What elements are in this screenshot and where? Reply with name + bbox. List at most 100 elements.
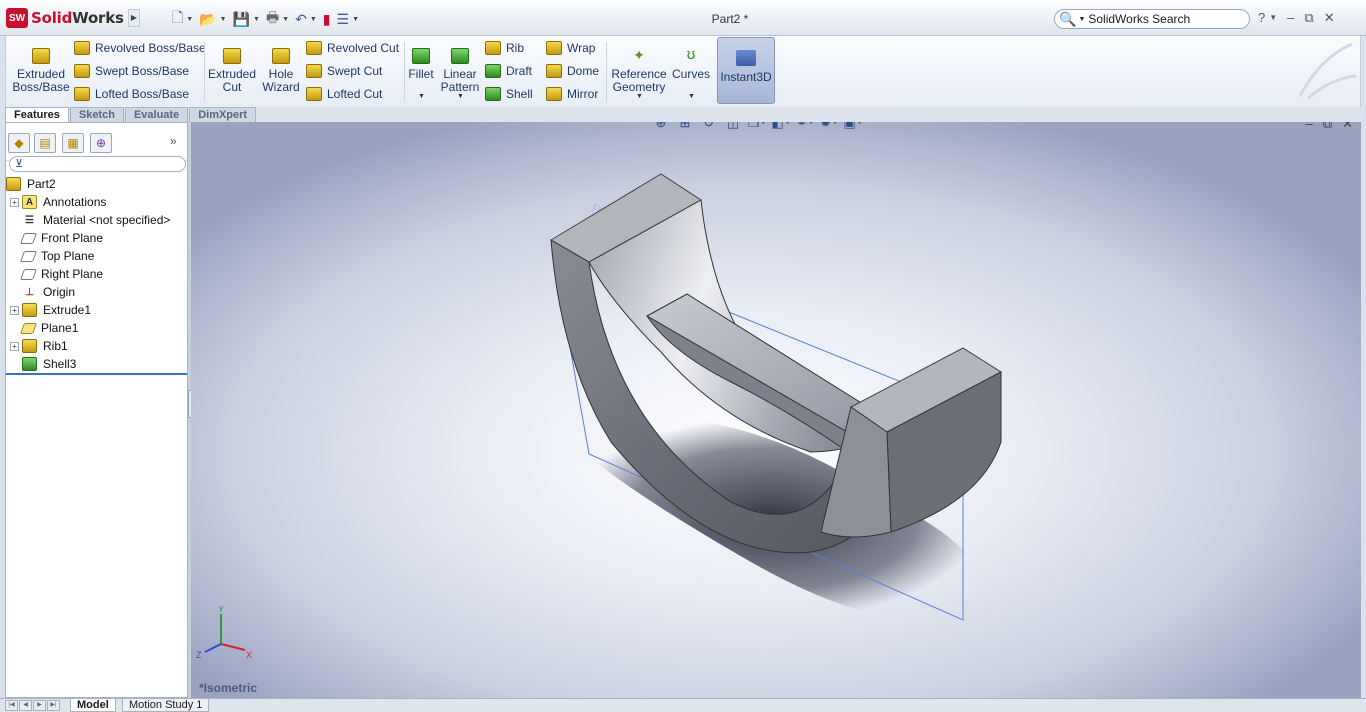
view-orientation-button[interactable]: ❒ ▼ bbox=[747, 122, 767, 132]
curves-button[interactable]: ʊ Curves bbox=[670, 47, 712, 81]
chevron-down-icon[interactable]: ▼ bbox=[253, 16, 260, 23]
tree-item-origin[interactable]: ⊥ Origin bbox=[6, 283, 187, 301]
zoom-to-area-button[interactable]: ⊞ bbox=[675, 122, 695, 132]
chevron-down-icon[interactable]: ▼ bbox=[857, 122, 863, 126]
tree-item-right-plane[interactable]: Right Plane bbox=[6, 265, 187, 283]
display-style-button[interactable]: ◧ ▼ bbox=[771, 122, 791, 132]
last-tab-icon[interactable]: ▶| bbox=[47, 700, 60, 711]
chevron-down-icon[interactable]: ▼ bbox=[760, 122, 766, 126]
ribbon-separator bbox=[606, 42, 607, 102]
hole-wizard-icon bbox=[272, 48, 290, 64]
expand-icon[interactable]: + bbox=[10, 305, 19, 315]
help-dropdown-icon[interactable]: ▼ bbox=[1269, 10, 1277, 26]
expand-icon[interactable]: + bbox=[10, 197, 19, 207]
hole-wizard-button[interactable]: Hole Wizard bbox=[260, 48, 302, 94]
tree-item-shell3[interactable]: Shell3 bbox=[6, 355, 187, 373]
tree-item-front-plane[interactable]: Front Plane bbox=[6, 229, 187, 247]
tree-item-plane1[interactable]: Plane1 bbox=[6, 319, 187, 337]
fillet-dropdown-icon[interactable]: ▼ bbox=[418, 93, 425, 100]
chevron-down-icon[interactable]: ▼ bbox=[220, 16, 227, 23]
instant3d-label: Instant3D bbox=[720, 70, 772, 84]
revolved-cut-button[interactable]: Revolved Cut bbox=[306, 41, 399, 55]
tree-item-material[interactable]: ☰ Material <not specified> bbox=[6, 211, 187, 229]
lofted-cut-button[interactable]: Lofted Cut bbox=[306, 87, 382, 101]
fillet-button[interactable]: Fillet bbox=[406, 48, 436, 81]
search-box[interactable]: 🔍 ▼ SolidWorks Search bbox=[1054, 9, 1250, 29]
chevron-down-icon[interactable]: ▼ bbox=[186, 16, 193, 23]
tab-dimxpert[interactable]: DimXpert bbox=[189, 107, 257, 122]
new-document-button[interactable]: 🗋 ▼ bbox=[170, 8, 195, 30]
chevron-down-icon[interactable]: ▼ bbox=[785, 122, 791, 126]
restore-button[interactable]: ⧉ bbox=[1304, 10, 1313, 26]
chevron-down-icon[interactable]: ▼ bbox=[832, 122, 838, 126]
feature-tree-tab-icon[interactable]: ◆ bbox=[8, 133, 30, 153]
menu-flyout-arrow-icon[interactable]: ▶ bbox=[128, 9, 140, 27]
rollback-bar[interactable] bbox=[6, 373, 187, 375]
app-logo[interactable]: SW SolidWorks bbox=[6, 7, 124, 29]
edit-appearance-button[interactable]: ✹ ▼ bbox=[819, 122, 839, 132]
instant3d-toggle[interactable]: Instant3D bbox=[717, 37, 775, 104]
dimxpert-manager-tab-icon[interactable]: ⊕ bbox=[90, 133, 112, 153]
chevron-down-icon[interactable]: ▼ bbox=[282, 16, 289, 23]
search-input[interactable]: SolidWorks Search bbox=[1088, 12, 1190, 26]
tree-item-part2[interactable]: Part2 bbox=[6, 175, 187, 193]
extruded-boss-base-button[interactable]: Extruded Boss/Base bbox=[10, 48, 72, 94]
options-button[interactable]: ☰ ▼ bbox=[335, 8, 362, 30]
next-tab-icon[interactable]: ▶ bbox=[33, 700, 46, 711]
reference-geometry-dropdown-icon[interactable]: ▼ bbox=[636, 93, 643, 100]
linear-pattern-dropdown-icon[interactable]: ▼ bbox=[457, 93, 464, 100]
zoom-to-fit-button[interactable]: ⊕ bbox=[651, 122, 671, 132]
draft-button[interactable]: Draft bbox=[485, 64, 532, 78]
wrap-button[interactable]: Wrap bbox=[546, 41, 595, 55]
section-view-button[interactable]: ◫ bbox=[723, 122, 743, 132]
chevron-down-icon[interactable]: ▼ bbox=[808, 122, 814, 126]
help-button[interactable]: ? bbox=[1258, 10, 1265, 26]
close-button[interactable]: ✕ bbox=[1324, 10, 1335, 26]
open-button[interactable]: 📂 ▼ bbox=[197, 8, 228, 30]
tab-model[interactable]: Model bbox=[70, 699, 116, 712]
hide-show-items-button[interactable]: ⚭ ▼ bbox=[795, 122, 815, 132]
view-settings-button[interactable]: ▣ ▼ bbox=[843, 122, 863, 132]
tree-filter-input[interactable]: ⊻ bbox=[9, 156, 186, 172]
tab-motion-study-1[interactable]: Motion Study 1 bbox=[122, 699, 210, 712]
chevron-down-icon[interactable]: ▼ bbox=[352, 16, 359, 23]
viewport-close-button[interactable]: ✕ bbox=[1342, 122, 1353, 132]
first-tab-icon[interactable]: |◀ bbox=[5, 700, 18, 711]
tab-features[interactable]: Features bbox=[5, 107, 69, 122]
tree-item-annotations[interactable]: + A Annotations bbox=[6, 193, 187, 211]
dome-button[interactable]: Dome bbox=[546, 64, 599, 78]
viewport-restore-button[interactable]: ⧉ bbox=[1323, 122, 1332, 132]
reference-geometry-button[interactable]: ✦ Reference Geometry bbox=[610, 48, 668, 94]
swept-cut-button[interactable]: Swept Cut bbox=[306, 64, 382, 78]
tab-sketch[interactable]: Sketch bbox=[69, 107, 124, 122]
rib-button[interactable]: Rib bbox=[485, 41, 524, 55]
shell-button[interactable]: Shell bbox=[485, 87, 533, 101]
configuration-manager-tab-icon[interactable]: ▦ bbox=[62, 133, 84, 153]
minimize-button[interactable]: – bbox=[1287, 10, 1294, 26]
previous-view-button[interactable]: ↺ bbox=[699, 122, 719, 132]
undo-button[interactable]: ↶ ▼ bbox=[293, 8, 319, 30]
property-manager-tab-icon[interactable]: ▤ bbox=[34, 133, 56, 153]
revolved-boss-base-button[interactable]: Revolved Boss/Base bbox=[74, 41, 206, 55]
save-button[interactable]: 💾 ▼ bbox=[231, 8, 262, 30]
extruded-cut-button[interactable]: Extruded Cut bbox=[206, 48, 258, 94]
tree-item-top-plane[interactable]: Top Plane bbox=[6, 247, 187, 265]
more-tabs-icon[interactable]: » bbox=[170, 134, 177, 148]
rebuild-button[interactable]: ▮ bbox=[321, 8, 333, 30]
swept-boss-base-button[interactable]: Swept Boss/Base bbox=[74, 64, 189, 78]
expand-icon[interactable]: + bbox=[10, 341, 19, 351]
tree-item-extrude1[interactable]: + Extrude1 bbox=[6, 301, 187, 319]
chevron-down-icon[interactable]: ▼ bbox=[1078, 16, 1085, 23]
chevron-down-icon[interactable]: ▼ bbox=[310, 16, 317, 23]
prev-tab-icon[interactable]: ◀ bbox=[19, 700, 32, 711]
tree-item-rib1[interactable]: + Rib1 bbox=[6, 337, 187, 355]
graphics-area[interactable]: Plane1 ⊕ ⊞ ↺ ◫ ❒▼ ◧▼ ⚭▼ ✹▼ ▣▼ – ⧉ ✕ Y X … bbox=[191, 122, 1361, 698]
tab-evaluate[interactable]: Evaluate bbox=[124, 107, 189, 122]
print-button[interactable]: 🖶 ▼ bbox=[264, 8, 291, 30]
viewport-minimize-button[interactable]: – bbox=[1306, 122, 1313, 132]
linear-pattern-button[interactable]: Linear Pattern bbox=[440, 48, 480, 94]
curves-dropdown-icon[interactable]: ▼ bbox=[688, 93, 695, 100]
curves-label: Curves bbox=[671, 67, 710, 81]
lofted-boss-base-button[interactable]: Lofted Boss/Base bbox=[74, 87, 189, 101]
mirror-button[interactable]: Mirror bbox=[546, 87, 598, 101]
